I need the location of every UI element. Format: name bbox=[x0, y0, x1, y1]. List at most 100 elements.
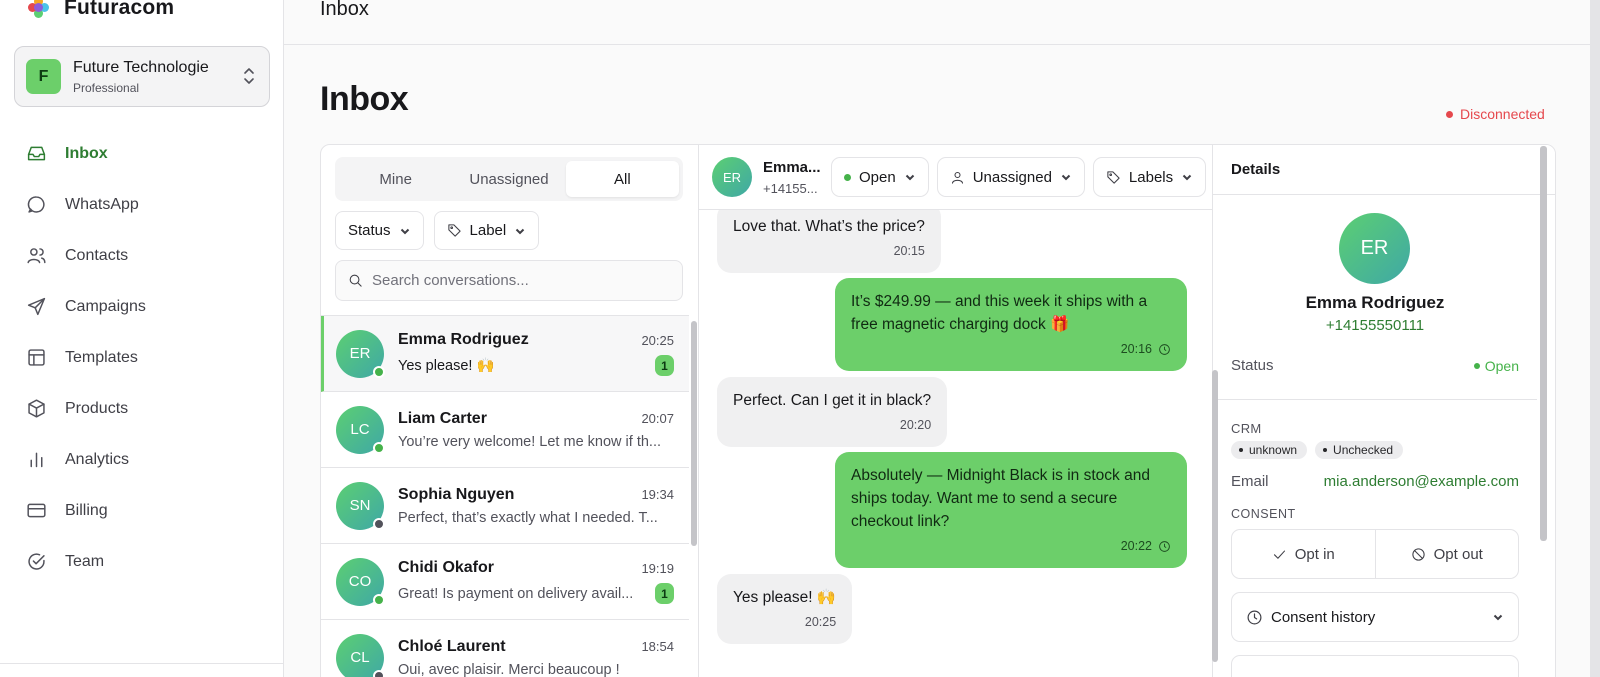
sidebar-item-billing[interactable]: Billing bbox=[0, 485, 284, 536]
chat-scrollbar[interactable] bbox=[1212, 370, 1218, 662]
message-time: 20:25 bbox=[804, 615, 837, 629]
conversation-list-scrollbar[interactable] bbox=[691, 315, 697, 677]
status-filter-label: Status bbox=[348, 222, 391, 239]
sidebar-item-label: Billing bbox=[65, 501, 108, 519]
conversation-time: 19:34 bbox=[641, 487, 674, 502]
conversation-item[interactable]: CL Chloé Laurent 18:54 Oui, avec plaisir… bbox=[321, 620, 689, 677]
connection-status: Disconnected bbox=[1446, 106, 1545, 122]
incoming-message: Perfect. Can I get it in black? 20:20 bbox=[717, 377, 948, 447]
status-dropdown-label: Open bbox=[859, 168, 896, 186]
message-time: 20:15 bbox=[893, 244, 925, 258]
conversation-name: Liam Carter bbox=[398, 409, 487, 427]
conversation-time: 20:25 bbox=[641, 332, 674, 348]
sidebar-item-campaigns[interactable]: Campaigns bbox=[0, 281, 284, 332]
message-time: 20:16 bbox=[1120, 342, 1152, 356]
tab-all[interactable]: All bbox=[565, 161, 679, 197]
connection-status-label: Disconnected bbox=[1460, 106, 1545, 122]
conversation-name: Chloé Laurent bbox=[398, 637, 506, 655]
send-icon bbox=[27, 297, 46, 316]
sidebar-item-team[interactable]: Team bbox=[0, 536, 284, 587]
clock-icon bbox=[1247, 610, 1262, 624]
incoming-message: Yes please! 🙌 20:25 bbox=[717, 574, 853, 644]
details-panel: Details ER Emma Rodriguez +14155550111 S… bbox=[1213, 145, 1555, 677]
label-filter-button[interactable]: Label bbox=[433, 211, 540, 250]
brand-name: Futuracom bbox=[64, 0, 175, 19]
tab-mine[interactable]: Mine bbox=[339, 161, 452, 197]
message-text: It’s $249.99 — and this week it ships wi… bbox=[851, 293, 1148, 333]
details-contact-phone[interactable]: +14155550111 bbox=[1213, 317, 1537, 334]
details-next-section bbox=[1231, 655, 1519, 677]
workspace-switcher[interactable]: F Future Technologie Professional bbox=[14, 46, 270, 107]
check-icon bbox=[1273, 550, 1285, 559]
sidebar-item-label: Contacts bbox=[65, 246, 129, 264]
topbar-title: Inbox bbox=[320, 0, 369, 20]
presence-online-icon bbox=[373, 441, 385, 454]
status-filter-button[interactable]: Status bbox=[335, 211, 424, 250]
assignee-dropdown[interactable]: Unassigned bbox=[936, 157, 1085, 197]
conversation-item[interactable]: LC Liam Carter 20:07 You’re very welcome… bbox=[321, 392, 689, 468]
conversation-preview: Oui, avec plaisir. Merci beaucoup ! bbox=[398, 661, 620, 677]
conversation-preview: Great! Is payment on delivery avail... bbox=[398, 585, 634, 602]
conversation-item[interactable]: SN Sophia Nguyen 19:34 Perfect, that’s e… bbox=[321, 468, 689, 544]
email-value[interactable]: mia.anderson@example.com bbox=[1324, 473, 1519, 490]
topbar: Inbox bbox=[284, 0, 1590, 45]
sidebar-item-products[interactable]: Products bbox=[0, 383, 284, 434]
app-root: Futuracom F Future Technologie Professio… bbox=[0, 0, 1600, 677]
crm-tag-label: Unchecked bbox=[1333, 443, 1394, 457]
conversation-time: 18:54 bbox=[641, 639, 674, 654]
conversation-list: ER Emma Rodriguez 20:25 Yes please! 🙌 1 bbox=[321, 315, 689, 677]
credit-card-icon bbox=[27, 503, 46, 518]
crm-tag: Unchecked bbox=[1315, 441, 1404, 459]
chat-contact-name: Emma... bbox=[763, 158, 821, 176]
sidebar-item-templates[interactable]: Templates bbox=[0, 332, 284, 383]
search-input[interactable] bbox=[372, 272, 672, 289]
tab-unassigned[interactable]: Unassigned bbox=[452, 161, 565, 197]
unread-badge: 1 bbox=[655, 583, 674, 604]
details-contact-name: Emma Rodriguez bbox=[1305, 293, 1445, 312]
opt-in-label: Opt in bbox=[1294, 545, 1335, 563]
users-icon bbox=[27, 248, 46, 264]
avatar: CL bbox=[336, 633, 385, 677]
consent-history-accordion[interactable]: Consent history bbox=[1231, 592, 1519, 642]
workspace-name: Future Technologie bbox=[73, 58, 209, 76]
avatar[interactable]: ER bbox=[712, 157, 752, 197]
conversation-time: 19:19 bbox=[641, 560, 674, 576]
sidebar-item-contacts[interactable]: Contacts bbox=[0, 230, 284, 281]
sidebar-item-label: Products bbox=[65, 399, 129, 417]
avatar-initials: SN bbox=[349, 497, 371, 514]
avatar-initials: LC bbox=[350, 421, 370, 438]
unread-badge: 1 bbox=[655, 355, 674, 376]
package-icon bbox=[28, 399, 45, 418]
sidebar-item-label: Analytics bbox=[65, 450, 130, 468]
avatar: ER bbox=[1339, 213, 1410, 284]
presence-online-icon bbox=[373, 593, 385, 606]
status-badge: Open bbox=[1473, 357, 1519, 374]
message-text: Absolutely — Midnight Black is in stock … bbox=[851, 467, 1150, 530]
sidebar-item-whatsapp[interactable]: WhatsApp bbox=[0, 179, 284, 230]
details-scrollbar[interactable] bbox=[1540, 146, 1547, 541]
scrollbar-thumb[interactable] bbox=[691, 321, 697, 546]
tag-icon bbox=[1107, 170, 1120, 184]
status-badge-label: Open bbox=[1484, 357, 1519, 374]
sidebar-item-label: WhatsApp bbox=[65, 195, 139, 213]
status-dropdown[interactable]: Open bbox=[831, 157, 929, 197]
opt-out-button[interactable]: Opt out bbox=[1374, 530, 1519, 578]
chevron-down-icon bbox=[905, 174, 914, 181]
sidebar-item-inbox[interactable]: Inbox bbox=[0, 128, 284, 179]
incoming-message: Love that. What’s the price? 20:15 bbox=[717, 210, 941, 273]
inbox-panel: Mine Unassigned All Status Label Search … bbox=[320, 144, 1556, 677]
avatar: SN bbox=[336, 481, 385, 530]
window-edge bbox=[1590, 0, 1600, 677]
outgoing-message: Absolutely — Midnight Black is in stock … bbox=[835, 452, 1187, 568]
message-text: Love that. What’s the price? bbox=[733, 218, 925, 235]
sidebar-nav: Inbox WhatsApp Contacts Campaigns Templa… bbox=[0, 128, 284, 587]
sidebar-item-analytics[interactable]: Analytics bbox=[0, 434, 284, 485]
labels-dropdown[interactable]: Labels bbox=[1092, 157, 1207, 197]
crm-section-label: CRM bbox=[1231, 421, 1262, 436]
conversation-item[interactable]: CO Chidi Okafor 19:19 Great! Is payment … bbox=[321, 544, 689, 620]
conversation-item[interactable]: ER Emma Rodriguez 20:25 Yes please! 🙌 1 bbox=[321, 316, 689, 392]
conversation-preview: Yes please! 🙌 bbox=[398, 358, 495, 374]
opt-in-button[interactable]: Opt in bbox=[1232, 530, 1375, 578]
bullet-icon bbox=[1239, 448, 1243, 452]
brand[interactable]: Futuracom bbox=[28, 0, 174, 20]
